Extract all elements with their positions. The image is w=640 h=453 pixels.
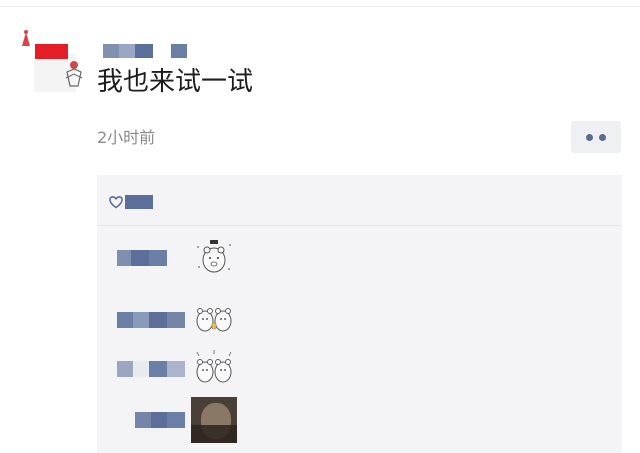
user-name[interactable]: [103, 44, 187, 58]
bear-pair-sticker-icon[interactable]: [193, 299, 235, 341]
photo-sticker-shadow: [191, 425, 237, 443]
top-divider: [0, 6, 640, 7]
like-user-name[interactable]: [125, 195, 153, 209]
more-button[interactable]: [571, 121, 621, 153]
comment-item: [117, 237, 235, 279]
likes-row: [109, 195, 153, 209]
comments-panel: [97, 175, 622, 453]
likes-divider: [97, 225, 622, 226]
more-dots-icon: [599, 133, 606, 141]
photo-sticker[interactable]: [191, 397, 237, 443]
bear-pair-heart-sticker-icon[interactable]: [193, 348, 235, 390]
heart-icon: [109, 196, 123, 209]
comment-user-name[interactable]: [117, 250, 167, 266]
comment-item: [117, 299, 235, 341]
comment-user-name[interactable]: [135, 412, 185, 428]
more-dots-icon: [586, 133, 593, 141]
comment-user-name[interactable]: [117, 312, 185, 328]
post-time: 2小时前: [97, 128, 156, 147]
comment-user-name[interactable]: [117, 361, 185, 377]
avatar-red-block: [35, 44, 68, 59]
bear-sticker-icon[interactable]: [193, 237, 235, 279]
post-text: 我也来试一试: [97, 67, 254, 97]
comment-item: [117, 348, 235, 390]
comment-item: [135, 397, 237, 443]
avatar-figure-icon: [65, 61, 83, 87]
avatar-hat-icon: [22, 30, 30, 46]
